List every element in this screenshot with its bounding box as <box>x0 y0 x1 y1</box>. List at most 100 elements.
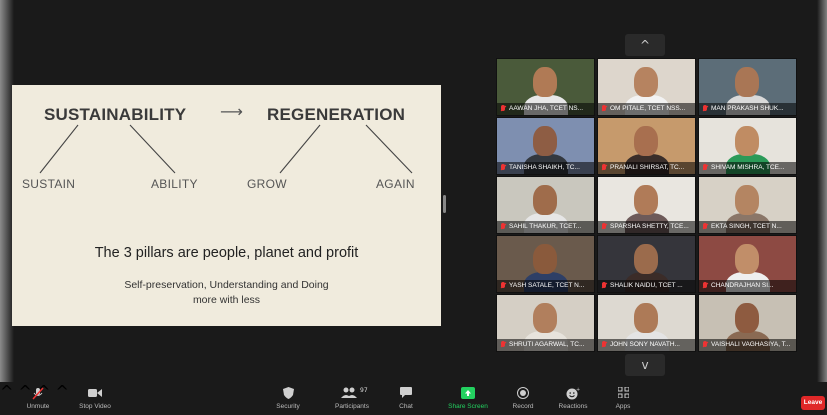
muted-mic-icon <box>702 105 708 113</box>
gallery-page-up-button[interactable]: ^ <box>625 34 665 56</box>
chevron-down-icon: v <box>641 358 649 372</box>
participant-tile[interactable]: VAISHALI VAGHASIYA, T... <box>698 294 797 352</box>
share-options-caret[interactable]: ^ <box>56 382 69 401</box>
participant-face <box>634 244 658 274</box>
apps-label: Apps <box>615 403 631 410</box>
participant-face <box>735 303 759 333</box>
slide-sub-sustain: SUSTAIN <box>22 177 76 191</box>
participant-tile[interactable]: MAN PRAKASH SHUK... <box>698 58 797 116</box>
slide-desc-line1: Self-preservation, Understanding and Doi… <box>124 279 329 291</box>
participants-label: Participants <box>335 403 369 410</box>
participants-icon: 97 <box>330 387 374 401</box>
muted-mic-icon <box>22 387 54 401</box>
participant-name: MAN PRAKASH SHUK... <box>699 103 796 115</box>
unmute-button[interactable]: Unmute <box>22 382 54 415</box>
participant-face <box>533 185 557 215</box>
leave-button[interactable]: Leave <box>801 396 825 410</box>
participant-name: OM PITALE, TCET NSS... <box>598 103 695 115</box>
record-label: Record <box>512 403 534 410</box>
record-button[interactable]: Record <box>508 382 538 415</box>
muted-mic-icon <box>601 105 607 113</box>
slide-word-sustainability: SUSTAINABILITY <box>44 105 187 124</box>
smiley-plus-icon: + <box>554 387 592 401</box>
participant-tile[interactable]: TANISHA SHAIKH, TC... <box>496 117 595 175</box>
participant-face <box>634 67 658 97</box>
participant-name: PRANALI SHIRSAT, TC... <box>598 162 695 174</box>
slide-sub-grow: GROW <box>247 177 287 191</box>
reactions-button[interactable]: + Reactions <box>554 382 592 415</box>
participant-tile[interactable]: SHALIK NAIDU, TCET ... <box>597 235 696 293</box>
muted-mic-icon <box>500 341 506 349</box>
muted-mic-icon <box>702 223 708 231</box>
chat-button[interactable]: Chat <box>392 382 420 415</box>
slide-pillars-text: The 3 pillars are people, planet and pro… <box>94 245 359 261</box>
share-screen-icon <box>446 387 490 401</box>
security-button[interactable]: Security <box>270 382 306 415</box>
participant-face <box>735 126 759 156</box>
gallery-page-down-button[interactable]: v <box>625 354 665 376</box>
participant-face <box>634 303 658 333</box>
security-label: Security <box>276 403 300 410</box>
participant-face <box>634 185 658 215</box>
participant-name: SPARSHA SHETTY, TCE... <box>598 221 695 233</box>
video-camera-icon <box>74 387 116 401</box>
apps-button[interactable]: Apps <box>610 382 636 415</box>
slide-description: Self-preservation, Understanding and Doi… <box>12 278 441 308</box>
participant-name: SAHIL THAKUR, TCET... <box>497 221 594 233</box>
shield-icon <box>270 387 306 401</box>
unmute-label: Unmute <box>26 403 50 410</box>
participant-tile[interactable]: SHIVAM MISHRA, TCE... <box>698 117 797 175</box>
slide-sub-again: AGAIN <box>376 177 415 191</box>
participant-face <box>533 303 557 333</box>
participants-count: 97 <box>360 387 368 394</box>
muted-mic-icon <box>702 341 708 349</box>
muted-mic-icon <box>702 164 708 172</box>
muted-mic-icon <box>601 341 607 349</box>
participant-name: YASH SATALE, TCET N... <box>497 280 594 292</box>
share-screen-label: Share Screen <box>448 403 488 410</box>
participant-tile[interactable]: SHRUTI AGARWAL, TC... <box>496 294 595 352</box>
chat-bubble-icon <box>392 387 420 401</box>
right-edge <box>817 0 827 415</box>
muted-mic-icon <box>601 164 607 172</box>
split-view-handle[interactable] <box>443 195 446 213</box>
participant-name: SHRUTI AGARWAL, TC... <box>497 339 594 351</box>
stop-video-button[interactable]: Stop Video <box>74 382 116 415</box>
participant-face <box>735 185 759 215</box>
participant-tile[interactable]: SAHIL THAKUR, TCET... <box>496 176 595 234</box>
meeting-toolbar: Unmute ^ Stop Video ^ Security 97 Partic… <box>0 382 827 415</box>
participant-tile[interactable]: SPARSHA SHETTY, TCE... <box>597 176 696 234</box>
muted-mic-icon <box>601 223 607 231</box>
share-screen-button[interactable]: Share Screen <box>446 382 490 415</box>
participant-tile[interactable]: AAWAN JHA, TCET NS... <box>496 58 595 116</box>
muted-mic-icon <box>500 164 506 172</box>
participant-tile[interactable]: JOHN SONY NAVATH... <box>597 294 696 352</box>
muted-mic-icon <box>500 223 506 231</box>
zoom-meeting-window: SUSTAINABILITY ⟶ REGENERATION SUSTAIN AB… <box>0 0 827 415</box>
participant-face <box>533 67 557 97</box>
audio-options-caret[interactable]: ^ <box>0 382 13 401</box>
muted-mic-icon <box>601 282 607 290</box>
slide-arrow: ⟶ <box>220 102 243 121</box>
participant-tile[interactable]: OM PITALE, TCET NSS... <box>597 58 696 116</box>
participant-name: JOHN SONY NAVATH... <box>598 339 695 351</box>
chat-label: Chat <box>399 403 413 410</box>
participant-tile[interactable]: CHANDRAJHAN SI... <box>698 235 797 293</box>
participant-face <box>533 244 557 274</box>
participant-face <box>533 126 557 156</box>
muted-mic-icon <box>702 282 708 290</box>
participants-button[interactable]: 97 Participants <box>330 382 374 415</box>
participant-tile[interactable]: EKTA SINGH, TCET N... <box>698 176 797 234</box>
participant-name: CHANDRAJHAN SI... <box>699 280 796 292</box>
participant-name: SHALIK NAIDU, TCET ... <box>598 280 695 292</box>
participant-tile[interactable]: PRANALI SHIRSAT, TC... <box>597 117 696 175</box>
slide-desc-line2: more with less <box>192 294 261 306</box>
participant-face <box>735 67 759 97</box>
participant-face <box>634 126 658 156</box>
participant-tile[interactable]: YASH SATALE, TCET N... <box>496 235 595 293</box>
stop-video-label: Stop Video <box>79 403 111 410</box>
participant-name: TANISHA SHAIKH, TC... <box>497 162 594 174</box>
reactions-label: Reactions <box>558 403 588 410</box>
participant-face <box>735 244 759 274</box>
chevron-up-icon: ^ <box>639 38 651 52</box>
